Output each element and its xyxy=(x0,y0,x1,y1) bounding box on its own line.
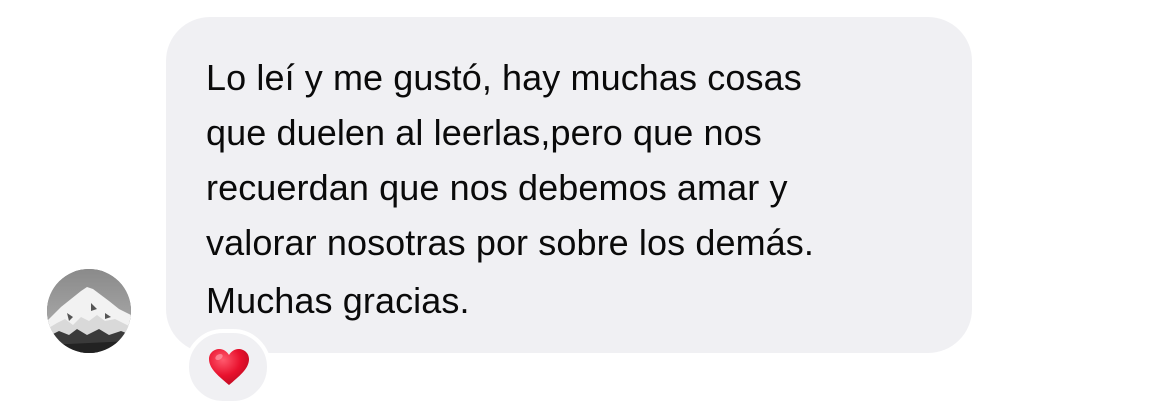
sender-avatar[interactable] xyxy=(47,269,131,353)
conversation-view: Lo leí y me gustó, hay muchas cosas que … xyxy=(0,0,1170,405)
mountain-photo-icon xyxy=(47,269,131,353)
message-text-line: valorar nosotras por sobre los demás. xyxy=(206,222,814,263)
heart-reaction-badge[interactable] xyxy=(185,329,271,405)
message-text-line: recuerdan que nos debemos amar y xyxy=(206,167,788,208)
message-text-line: Muchas gracias. xyxy=(206,280,470,321)
message-text-line: que duelen al leerlas,pero que nos xyxy=(206,112,762,153)
message-text-line: Lo leí y me gustó, hay muchas cosas xyxy=(206,57,802,98)
red-heart-icon xyxy=(209,349,249,385)
message-bubble[interactable]: Lo leí y me gustó, hay muchas cosas que … xyxy=(166,17,972,353)
